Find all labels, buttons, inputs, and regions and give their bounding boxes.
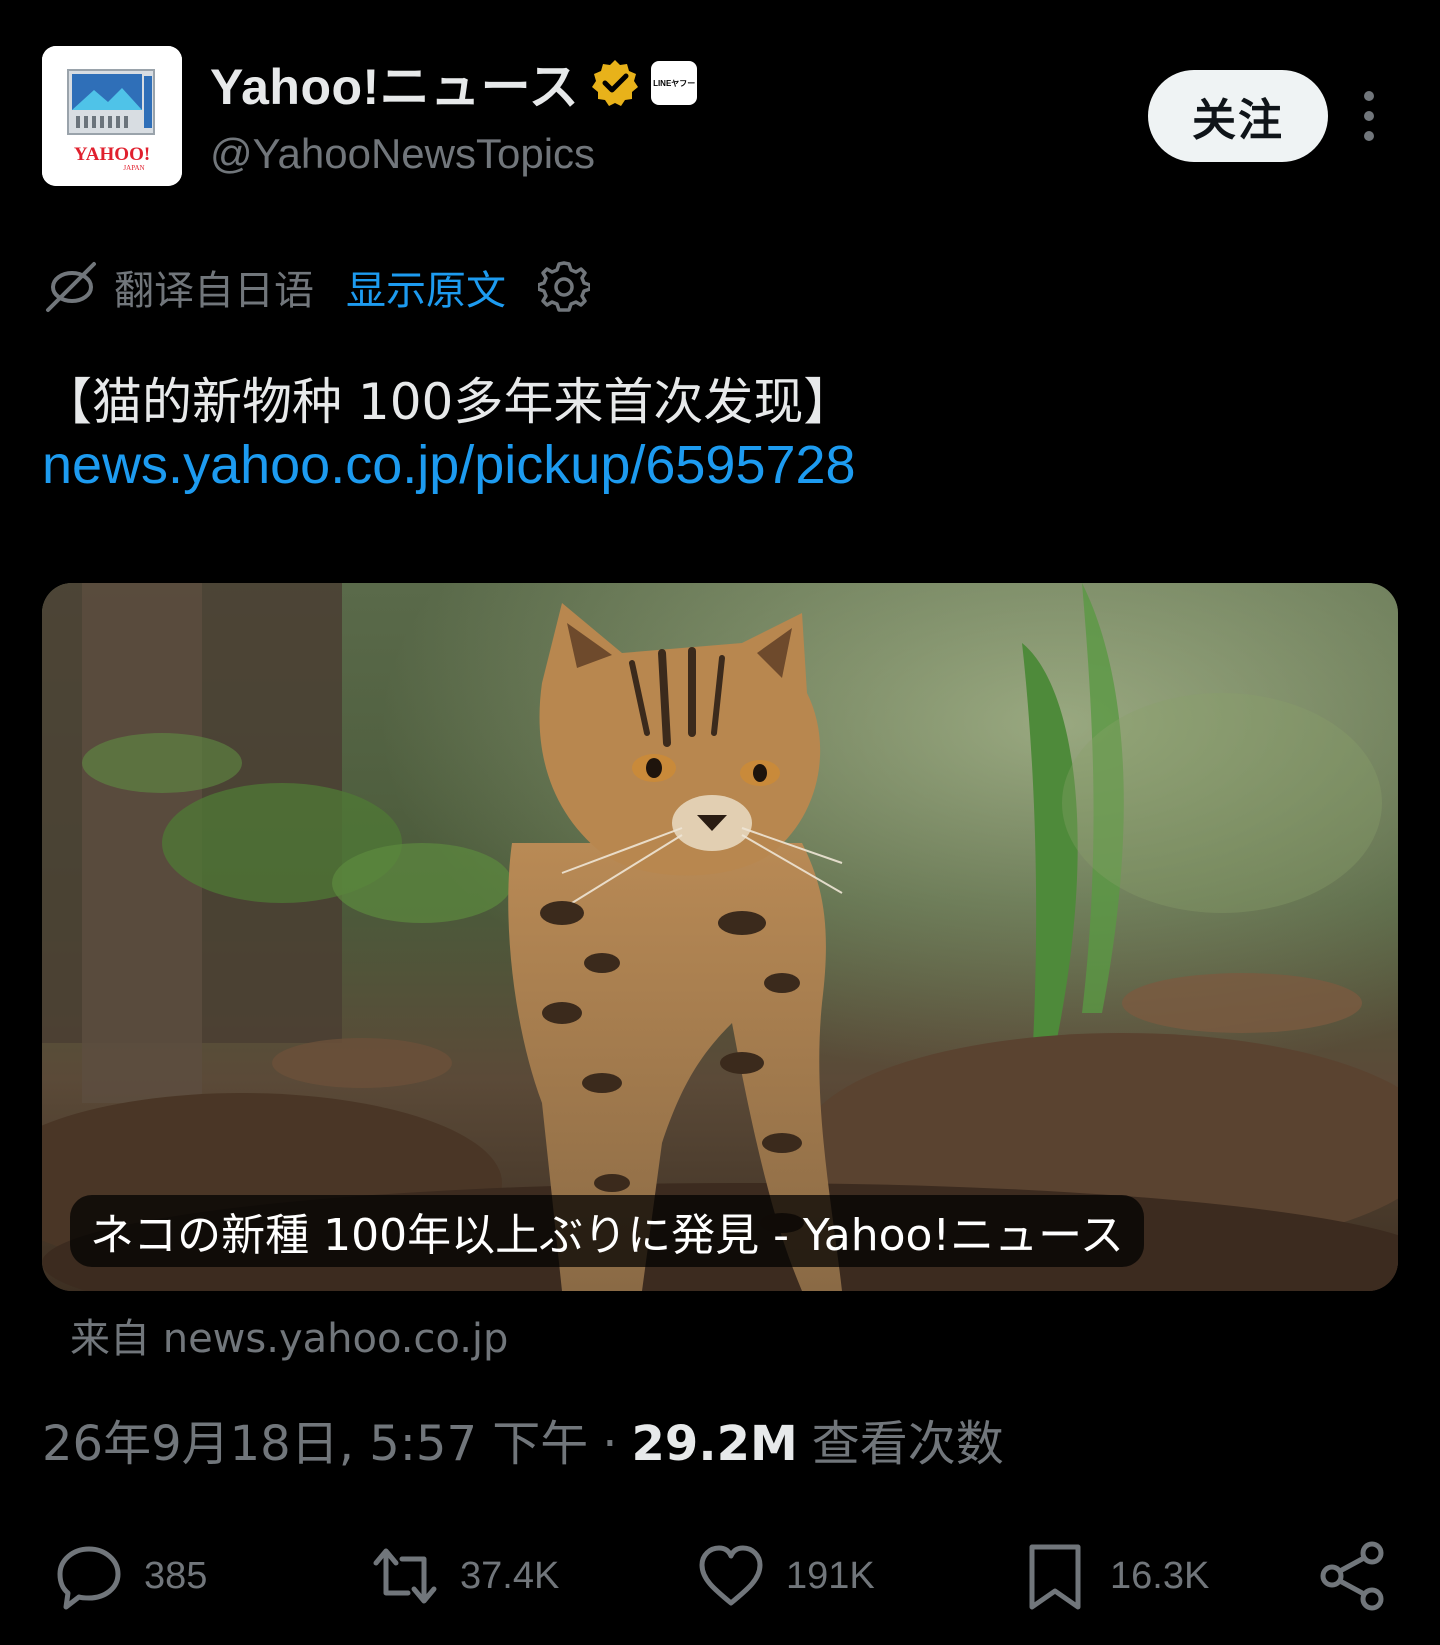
reply-icon: [57, 1546, 121, 1610]
heart-icon: [699, 1545, 763, 1606]
tweet-meta: 26年9月18日, 5:57 下午 · 29.2M 查看次数: [42, 1404, 1004, 1474]
link-card-image[interactable]: ネコの新種 100年以上ぶりに発見 - Yahoo!ニュース: [42, 583, 1398, 1291]
like-count: 191K: [786, 1554, 875, 1597]
svg-text:YAHOO!: YAHOO!: [74, 144, 150, 165]
card-source[interactable]: 来自 news.yahoo.co.jp: [70, 1306, 508, 1364]
views-count: 29.2M: [631, 1416, 798, 1472]
repost-count: 37.4K: [460, 1554, 560, 1597]
avatar[interactable]: YAHOO! JAPAN: [42, 46, 182, 186]
meta-separator: ·: [602, 1416, 618, 1472]
reply-button[interactable]: 385: [52, 1538, 207, 1614]
tweet-text: 【猫的新物种 100多年来首次发现】: [42, 373, 854, 431]
reply-count: 385: [144, 1554, 208, 1597]
svg-text:JAPAN: JAPAN: [123, 164, 144, 172]
wild-cat-photo: [42, 583, 1398, 1291]
gear-icon[interactable]: [538, 261, 590, 313]
share-button[interactable]: [1316, 1538, 1390, 1614]
follow-button[interactable]: 关注: [1148, 70, 1328, 162]
account-handle[interactable]: @YahooNewsTopics: [210, 130, 595, 178]
tweet-link[interactable]: news.yahoo.co.jp/pickup/6595728: [42, 434, 856, 496]
translation-label: 翻译自日语: [114, 268, 314, 314]
affiliate-badge[interactable]: LINEヤフー: [651, 61, 698, 105]
bookmark-button[interactable]: 16.3K: [1018, 1538, 1209, 1614]
verified-badge-icon: [592, 60, 639, 106]
repost-icon: [373, 1548, 437, 1604]
card-caption: ネコの新種 100年以上ぶりに発見 - Yahoo!ニュース: [70, 1195, 1144, 1267]
more-options-icon[interactable]: [1356, 88, 1382, 144]
share-icon: [1320, 1541, 1384, 1611]
translation-bar: 翻译自日语 显示原文: [42, 252, 590, 322]
views-label: 查看次数: [811, 1416, 1004, 1472]
bookmark-count: 16.3K: [1110, 1554, 1210, 1597]
like-button[interactable]: 191K: [694, 1538, 875, 1614]
tweet-timestamp[interactable]: 26年9月18日, 5:57 下午: [42, 1404, 588, 1474]
repost-button[interactable]: 37.4K: [368, 1538, 559, 1614]
bookmark-icon: [1029, 1544, 1081, 1610]
display-name[interactable]: Yahoo!ニュース: [210, 47, 579, 119]
yahoo-news-logo-icon: YAHOO! JAPAN: [42, 46, 182, 186]
translate-icon: [46, 262, 96, 312]
show-original-link[interactable]: 显示原文: [346, 258, 506, 316]
account-name-row: Yahoo!ニュース LINEヤフー: [210, 52, 698, 115]
